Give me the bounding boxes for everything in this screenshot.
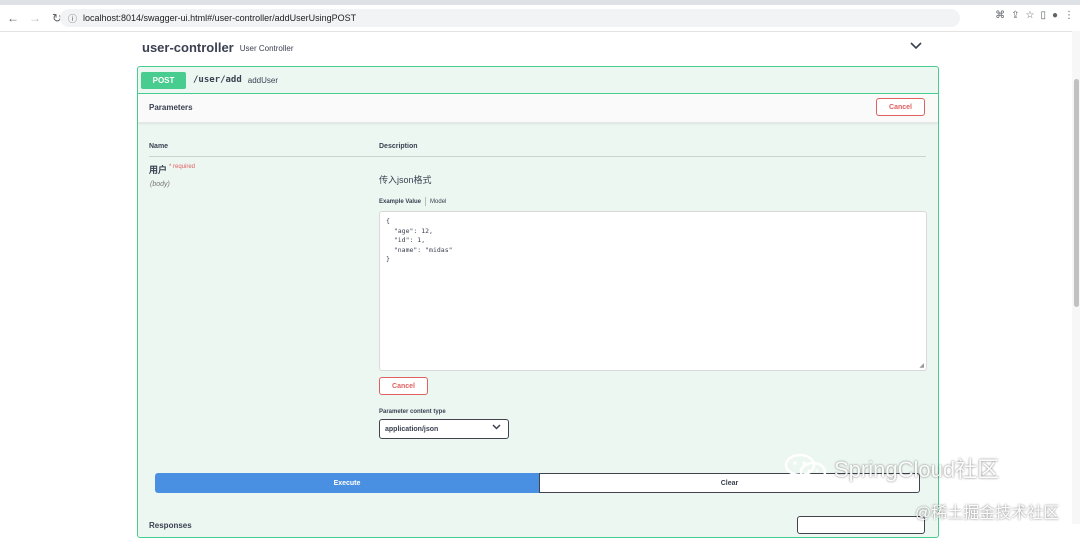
column-header-name: Name <box>149 143 169 150</box>
browser-toolbar: ← → ↻ ⓘ localhost:8014/swagger-ui.html#/… <box>0 5 1080 32</box>
site-info-icon[interactable]: ⓘ <box>68 12 77 25</box>
parameters-header: Parameters Cancel <box>138 94 938 123</box>
tab-example-value[interactable]: Example Value <box>379 199 421 205</box>
resize-handle-icon[interactable]: ◢ <box>919 362 924 369</box>
content-type-select[interactable]: application/json <box>379 419 509 439</box>
parameters-title: Parameters <box>149 103 193 112</box>
method-badge: POST <box>141 71 186 89</box>
tab-model[interactable]: Model <box>430 199 446 205</box>
translate-icon[interactable]: ⌘ <box>995 10 1005 21</box>
back-icon[interactable]: ← <box>4 9 22 27</box>
url-text: localhost:8014/swagger-ui.html#/user-con… <box>83 13 357 23</box>
param-location: (body) <box>150 181 170 188</box>
operation-summary-text: addUser <box>247 75 279 85</box>
request-body-json: { "age": 12, "id": 1, "name": "midas" } <box>386 217 453 263</box>
scrollbar-thumb[interactable] <box>1074 79 1079 307</box>
forward-icon[interactable]: → <box>26 9 44 27</box>
controller-description: User Controller <box>239 43 294 53</box>
browser-actions: ⌘ ⇪ ☆ ▯ ● ⋮ <box>995 10 1074 21</box>
column-header-description: Description <box>379 143 418 150</box>
controller-name: user-controller <box>142 39 234 55</box>
profile-icon[interactable]: ● <box>1052 10 1058 21</box>
share-icon[interactable]: ⇪ <box>1011 10 1019 21</box>
response-content-type-select[interactable] <box>797 516 925 534</box>
side-panel-icon[interactable]: ▯ <box>1040 10 1046 21</box>
content-type-label: Parameter content type <box>379 409 446 415</box>
tab-divider <box>425 197 427 206</box>
page-scrollbar[interactable] <box>1072 31 1080 524</box>
execute-button[interactable]: Execute <box>155 473 539 493</box>
bookmark-star-icon[interactable]: ☆ <box>1025 10 1034 21</box>
example-model-tabs: Example Value Model <box>379 197 446 206</box>
responses-label: Responses <box>149 521 192 530</box>
param-required-badge: * required <box>169 164 196 170</box>
param-description: 传入json格式 <box>379 175 432 185</box>
watermark-juejin: @稀土掘金技术社区 <box>915 505 1060 522</box>
try-out-cancel-button[interactable]: Cancel <box>876 98 925 116</box>
wechat-logo-icon <box>784 453 827 483</box>
watermark-springcloud: SpringCloud社区 <box>784 452 999 484</box>
operation-path: /user/add <box>193 75 242 85</box>
header-divider <box>149 156 926 157</box>
param-name: 用户 <box>149 165 168 175</box>
chevron-down-icon <box>492 423 501 432</box>
request-body-textarea[interactable]: { "age": 12, "id": 1, "name": "midas" } … <box>379 211 927 371</box>
chevron-down-icon[interactable] <box>910 38 922 53</box>
menu-kebab-icon[interactable]: ⋮ <box>1064 10 1074 21</box>
operation-summary[interactable]: POST /user/add addUser <box>138 67 938 94</box>
body-cancel-button[interactable]: Cancel <box>379 377 428 395</box>
controller-header[interactable]: user-controller User Controller <box>142 36 928 58</box>
content-type-value: application/json <box>385 425 439 433</box>
watermark-primary-text: SpringCloud社区 <box>834 457 1000 482</box>
address-bar[interactable]: ⓘ localhost:8014/swagger-ui.html#/user-c… <box>60 9 960 27</box>
